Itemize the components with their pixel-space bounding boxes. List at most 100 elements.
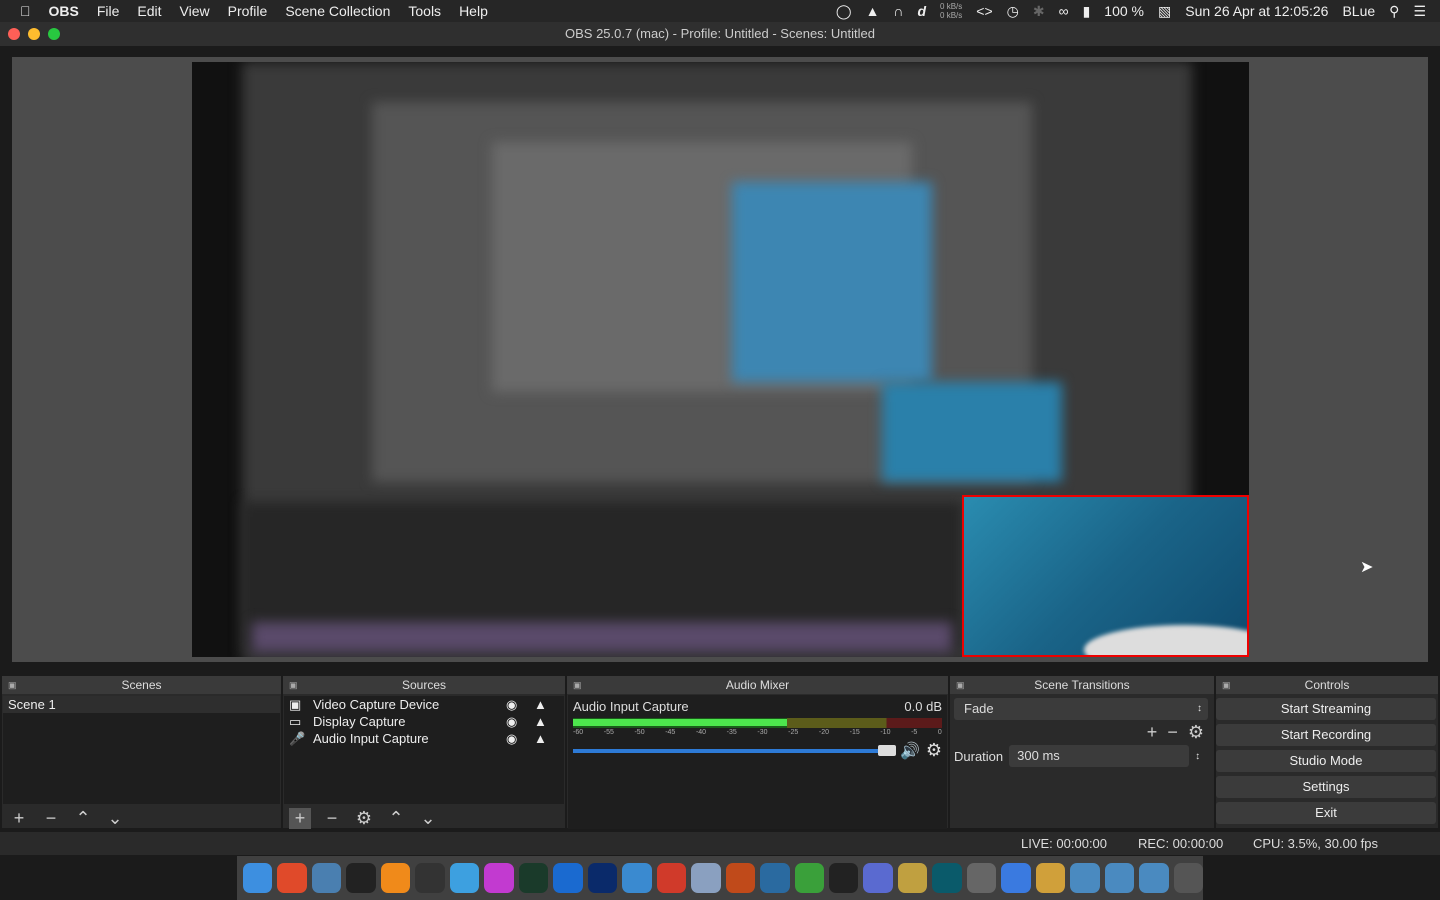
menu-tools[interactable]: Tools	[399, 3, 450, 19]
duration-stepper[interactable]: ↕	[1195, 751, 1200, 762]
code-icon[interactable]: <>	[976, 3, 992, 19]
dock-app-icon[interactable]	[449, 863, 480, 893]
lock-icon[interactable]: ▲	[534, 713, 547, 730]
settings-button[interactable]: Settings	[1216, 776, 1436, 798]
vlc-icon[interactable]: ▲	[866, 3, 880, 19]
dictionary-icon[interactable]: d	[917, 3, 926, 19]
menu-help[interactable]: Help	[450, 3, 497, 19]
float-icon[interactable]: ▣	[573, 676, 582, 694]
move-up-icon[interactable]: ⌃	[385, 808, 407, 829]
remove-source-icon[interactable]: −	[321, 808, 343, 829]
dock-app-icon[interactable]	[828, 863, 859, 893]
dock-app-icon[interactable]	[1139, 863, 1169, 893]
transition-gear-icon[interactable]: ⚙	[1188, 722, 1204, 742]
dock-app-icon[interactable]	[243, 863, 273, 893]
obs-status-icon[interactable]: ◯	[836, 3, 852, 20]
float-icon[interactable]: ▣	[956, 676, 965, 694]
dock-app-icon[interactable]	[484, 863, 514, 893]
float-icon[interactable]: ▣	[1222, 676, 1231, 694]
duration-input[interactable]: 300 ms	[1009, 745, 1190, 767]
dock-app-icon[interactable]	[725, 863, 756, 893]
start-recording-button[interactable]: Start Recording	[1216, 724, 1436, 746]
dock-app-icon[interactable]	[1104, 863, 1135, 893]
network-monitor[interactable]: 0 kB/s 0 kB/s	[940, 2, 962, 20]
dock-app-icon[interactable]	[587, 863, 618, 893]
clock[interactable]: Sun 26 Apr at 12:05:26	[1185, 3, 1328, 19]
menu-edit[interactable]: Edit	[128, 3, 170, 19]
zoom-button[interactable]	[48, 28, 60, 40]
dock-app-icon[interactable]	[415, 863, 445, 893]
move-up-icon[interactable]: ⌃	[72, 808, 94, 829]
minimize-button[interactable]	[28, 28, 40, 40]
dock-app-icon[interactable]	[622, 863, 652, 893]
user-name[interactable]: BLue	[1342, 3, 1375, 19]
menu-profile[interactable]: Profile	[219, 3, 277, 19]
preview-area[interactable]: ➤	[12, 57, 1428, 662]
battery-percent[interactable]: 100 %	[1104, 3, 1144, 19]
battery-icon[interactable]: ▧	[1158, 3, 1171, 20]
source-item[interactable]: 🎤 Audio Input Capture ◉ ▲	[284, 730, 564, 747]
lock-icon[interactable]: ▲	[534, 696, 547, 713]
notification-center-icon[interactable]: ☰	[1413, 3, 1426, 20]
transition-select[interactable]: Fade ↕	[954, 698, 1208, 720]
dock-app-icon[interactable]	[1001, 863, 1031, 893]
menu-file[interactable]: File	[88, 3, 129, 19]
visibility-eye-icon[interactable]: ◉	[506, 730, 517, 747]
menu-scene-collection[interactable]: Scene Collection	[276, 3, 399, 19]
dock-app-icon[interactable]	[932, 863, 962, 893]
lock-icon[interactable]: ▲	[534, 730, 547, 747]
move-down-icon[interactable]: ⌄	[417, 808, 439, 829]
dock-app-icon[interactable]	[1070, 863, 1100, 893]
add-source-icon[interactable]: +	[289, 807, 311, 829]
dock-app-icon[interactable]	[794, 863, 824, 893]
volume-icon[interactable]: ▮	[1083, 3, 1091, 20]
studio-mode-button[interactable]: Studio Mode	[1216, 750, 1436, 772]
float-icon[interactable]: ▣	[8, 676, 17, 694]
hook-icon[interactable]: ∩	[893, 3, 903, 19]
exit-button[interactable]: Exit	[1216, 802, 1436, 824]
float-icon[interactable]: ▣	[289, 676, 298, 694]
mixer-gear-icon[interactable]: ⚙	[926, 740, 942, 761]
preview-canvas[interactable]	[192, 62, 1249, 657]
time-machine-icon[interactable]: ◷	[1007, 3, 1019, 20]
source-item[interactable]: ▭ Display Capture ◉ ▲	[284, 713, 564, 730]
dock-app-icon[interactable]	[691, 863, 721, 893]
volume-slider[interactable]	[573, 744, 896, 756]
add-scene-icon[interactable]: +	[8, 808, 30, 829]
source-item[interactable]: ▣ Video Capture Device ◉ ▲	[284, 696, 564, 713]
apple-menu-icon[interactable]: 	[0, 3, 40, 19]
dock-app-icon[interactable]	[380, 863, 411, 893]
dock-app-icon[interactable]	[518, 863, 549, 893]
creative-cloud-icon[interactable]: ∞	[1059, 3, 1069, 19]
remove-transition-icon[interactable]: −	[1167, 722, 1178, 742]
dock-app-icon[interactable]	[1035, 863, 1066, 893]
dock-app-icon[interactable]	[311, 863, 342, 893]
add-transition-icon[interactable]: +	[1147, 722, 1158, 742]
visibility-eye-icon[interactable]: ◉	[506, 696, 517, 713]
speaker-mute-icon[interactable]: 🔊	[900, 741, 920, 761]
dock-app-icon[interactable]	[277, 863, 307, 893]
meter-tick-label: -60	[573, 729, 584, 736]
meter-tick-label: -20	[818, 729, 829, 736]
dock-app-icon[interactable]	[1173, 863, 1204, 893]
video-capture-selection[interactable]	[962, 495, 1249, 657]
menu-view[interactable]: View	[171, 3, 219, 19]
app-menu[interactable]: OBS	[40, 3, 88, 19]
dock-app-icon[interactable]	[966, 863, 997, 893]
move-down-icon[interactable]: ⌄	[104, 808, 126, 829]
dock-app-icon[interactable]	[346, 863, 376, 893]
meter-tick-label: -45	[665, 729, 676, 736]
source-properties-gear-icon[interactable]: ⚙	[353, 808, 375, 829]
start-streaming-button[interactable]: Start Streaming	[1216, 698, 1436, 720]
dock-app-icon[interactable]	[863, 863, 893, 893]
dock-app-icon[interactable]	[656, 863, 687, 893]
bluetooth-icon[interactable]: ✱	[1033, 3, 1045, 20]
dock-app-icon[interactable]	[897, 863, 928, 893]
spotlight-search-icon[interactable]: ⚲	[1389, 3, 1399, 20]
visibility-eye-icon[interactable]: ◉	[506, 713, 517, 730]
dock-app-icon[interactable]	[760, 863, 790, 893]
scene-item[interactable]: Scene 1	[3, 696, 280, 713]
remove-scene-icon[interactable]: −	[40, 808, 62, 829]
dock-app-icon[interactable]	[553, 863, 583, 893]
close-button[interactable]	[8, 28, 20, 40]
